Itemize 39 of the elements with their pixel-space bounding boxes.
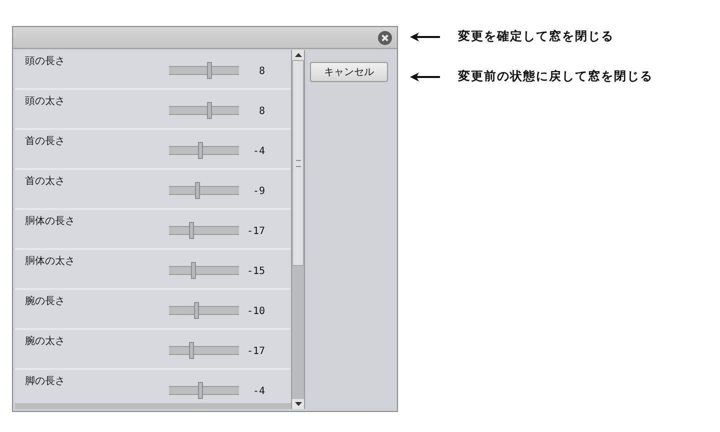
- slider-thumb[interactable]: [190, 262, 196, 279]
- slider-thumb[interactable]: [189, 342, 194, 359]
- slider-value: 8: [258, 106, 265, 117]
- slider-thumb[interactable]: [189, 222, 194, 239]
- close-button[interactable]: [378, 30, 392, 44]
- slider-label: 頭の長さ: [24, 55, 66, 69]
- slider-label: 首の長さ: [24, 135, 66, 149]
- scroll-thumb[interactable]: [292, 60, 304, 266]
- up-triangle-icon: [294, 53, 302, 57]
- slider-label: 胴体の太さ: [24, 255, 76, 269]
- arrow-icon: [410, 32, 440, 42]
- slider-value: -17: [246, 226, 265, 237]
- slider-value: -4: [252, 386, 265, 397]
- scroll-down-button[interactable]: [292, 399, 304, 409]
- slider-label: 胴体の長さ: [24, 215, 76, 229]
- slider-label: 腕の長さ: [24, 295, 66, 309]
- slider-value: 8: [258, 66, 265, 77]
- annotation-text: 変更を確定して窓を閉じる: [458, 28, 614, 45]
- slider-label: 腕の太さ: [24, 335, 66, 349]
- scrollbar[interactable]: [291, 50, 304, 409]
- slider-value: -9: [252, 186, 265, 197]
- slider-label: 脚の長さ: [24, 375, 66, 389]
- down-triangle-icon: [294, 402, 302, 406]
- slider-value: -17: [246, 346, 265, 357]
- annotation-text: 変更前の状態に戻して窓を閉じる: [458, 68, 653, 85]
- scroll-up-button[interactable]: [292, 50, 304, 60]
- slider-thumb[interactable]: [198, 382, 204, 399]
- slider-thumb[interactable]: [194, 302, 199, 319]
- arrow-icon: [410, 72, 440, 82]
- slider-value: -4: [252, 146, 265, 157]
- slider-label: 頭の太さ: [24, 95, 66, 109]
- slider-value: -10: [246, 306, 265, 317]
- slider-thumb[interactable]: [194, 182, 200, 199]
- slider-thumb[interactable]: [206, 62, 212, 79]
- cancel-button[interactable]: キャンセル: [310, 62, 388, 82]
- slider-label: 首の太さ: [24, 175, 66, 189]
- slider-thumb[interactable]: [206, 102, 212, 119]
- slider-value: -15: [246, 266, 265, 277]
- slider-thumb[interactable]: [198, 142, 204, 159]
